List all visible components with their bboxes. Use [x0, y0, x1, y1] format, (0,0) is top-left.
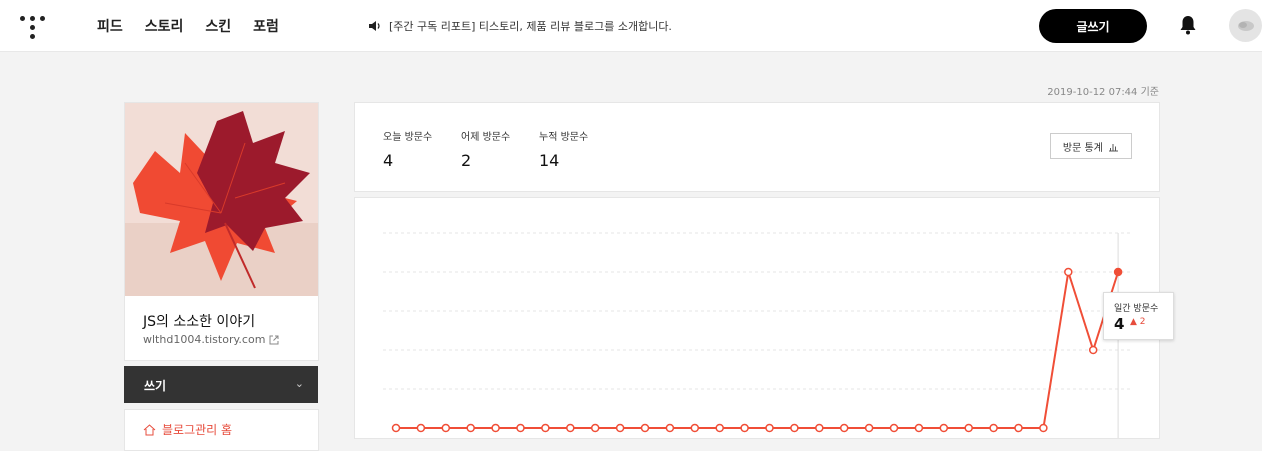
chart-point[interactable] [1088, 345, 1098, 355]
chart-point[interactable] [964, 423, 973, 433]
stat-today: 오늘 방문수 4 [383, 128, 432, 170]
bell-icon[interactable] [1178, 14, 1198, 36]
nav-item-forum[interactable]: 포럼 [253, 16, 279, 36]
chart-point[interactable] [715, 423, 724, 433]
visitor-stats-panel: 오늘 방문수 4 어제 방문수 2 누적 방문수 14 방문 통계 [354, 102, 1160, 192]
chart-point[interactable] [939, 423, 949, 433]
nav-item-feed[interactable]: 피드 [97, 16, 123, 36]
stat-today-value: 4 [383, 151, 394, 170]
chart-point[interactable] [391, 423, 401, 433]
chart-point[interactable] [1014, 423, 1023, 433]
chart-point[interactable] [441, 423, 451, 433]
stat-total-value: 14 [539, 151, 560, 170]
chart-point[interactable] [1064, 267, 1073, 277]
blog-url-link[interactable]: wlthd1004.tistory.com [143, 333, 279, 346]
avatar-image-icon [1238, 21, 1254, 31]
blog-name[interactable]: JS의 소소한 이야기 [143, 311, 255, 331]
chart-point[interactable] [541, 423, 550, 433]
chart-point[interactable] [1113, 267, 1123, 277]
chart-point[interactable] [416, 423, 426, 433]
chart-point[interactable] [839, 423, 849, 433]
blog-cover-image[interactable] [125, 103, 318, 296]
visit-stats-label: 방문 통계 [1062, 142, 1103, 154]
write-menu-dropdown[interactable]: 쓰기 ⌄ [124, 366, 318, 403]
blog-url-text: wlthd1004.tistory.com [143, 333, 266, 346]
write-menu-label: 쓰기 [144, 379, 167, 393]
chart-point[interactable] [690, 423, 700, 433]
chart-point[interactable] [1039, 423, 1048, 433]
stats-timestamp: 2019-10-12 07:44 기준 [1047, 87, 1159, 98]
top-bar: 피드 스토리 스킨 포럼 [주간 구독 리포트] 티스토리, 제품 리뷰 블로그… [0, 0, 1262, 52]
chart-point[interactable] [815, 423, 824, 433]
stat-total: 누적 방문수 14 [539, 128, 588, 170]
chart-point[interactable] [790, 423, 799, 433]
tooltip-delta-value: 2 [1139, 317, 1146, 327]
stat-yesterday: 어제 방문수 2 [461, 128, 510, 170]
daily-visits-chart [354, 197, 1160, 439]
chart-point[interactable] [516, 423, 525, 433]
tooltip-delta: ▲ 2 [1130, 317, 1146, 327]
home-icon [143, 423, 156, 435]
tooltip-value: 4 [1114, 315, 1125, 333]
nav-item-skin[interactable]: 스킨 [205, 16, 231, 36]
chart-point[interactable] [889, 423, 899, 433]
user-avatar[interactable] [1229, 9, 1262, 42]
chart-point[interactable] [566, 423, 575, 433]
manage-home-label: 블로그관리 홈 [162, 423, 233, 437]
blog-profile-card: JS의 소소한 이야기 wlthd1004.tistory.com [124, 102, 319, 361]
chevron-down-icon: ⌄ [294, 377, 304, 390]
chart-point[interactable] [864, 423, 874, 433]
chart-point[interactable] [491, 423, 500, 433]
stat-total-label: 누적 방문수 [539, 132, 589, 143]
chart-point[interactable] [466, 423, 475, 433]
blog-manage-home-link[interactable]: 블로그관리 홈 [124, 409, 319, 451]
nav-item-story[interactable]: 스토리 [145, 16, 184, 36]
stat-yesterday-label: 어제 방문수 [461, 132, 511, 143]
chart-svg [383, 232, 1133, 438]
chart-point[interactable] [665, 423, 675, 433]
tooltip-title: 일간 방문수 [1114, 304, 1159, 314]
chart-point[interactable] [914, 423, 924, 433]
chart-point[interactable] [640, 423, 650, 433]
chart-point[interactable] [740, 423, 749, 433]
bar-chart-icon [1109, 143, 1119, 151]
stat-today-label: 오늘 방문수 [383, 132, 433, 143]
chart-point[interactable] [765, 423, 774, 433]
external-link-icon [269, 335, 279, 344]
chart-point[interactable] [989, 423, 998, 433]
main-nav: 피드 스토리 스킨 포럼 [97, 16, 279, 36]
chart-point[interactable] [615, 423, 625, 433]
manage-home-item: 블로그관리 홈 [143, 421, 232, 438]
notice-text: [주간 구독 리포트] 티스토리, 제품 리뷰 블로그를 소개합니다. [389, 20, 672, 33]
speaker-icon [369, 21, 380, 31]
tistory-logo-icon[interactable] [20, 13, 46, 39]
visit-stats-button[interactable]: 방문 통계 [1050, 133, 1132, 159]
notice-banner[interactable]: [주간 구독 리포트] 티스토리, 제품 리뷰 블로그를 소개합니다. [368, 18, 672, 34]
stat-yesterday-value: 2 [461, 151, 472, 170]
write-post-button[interactable]: 글쓰기 [1039, 9, 1147, 43]
chart-point[interactable] [590, 423, 600, 433]
chart-tooltip: 일간 방문수 4 ▲ 2 [1103, 292, 1174, 340]
